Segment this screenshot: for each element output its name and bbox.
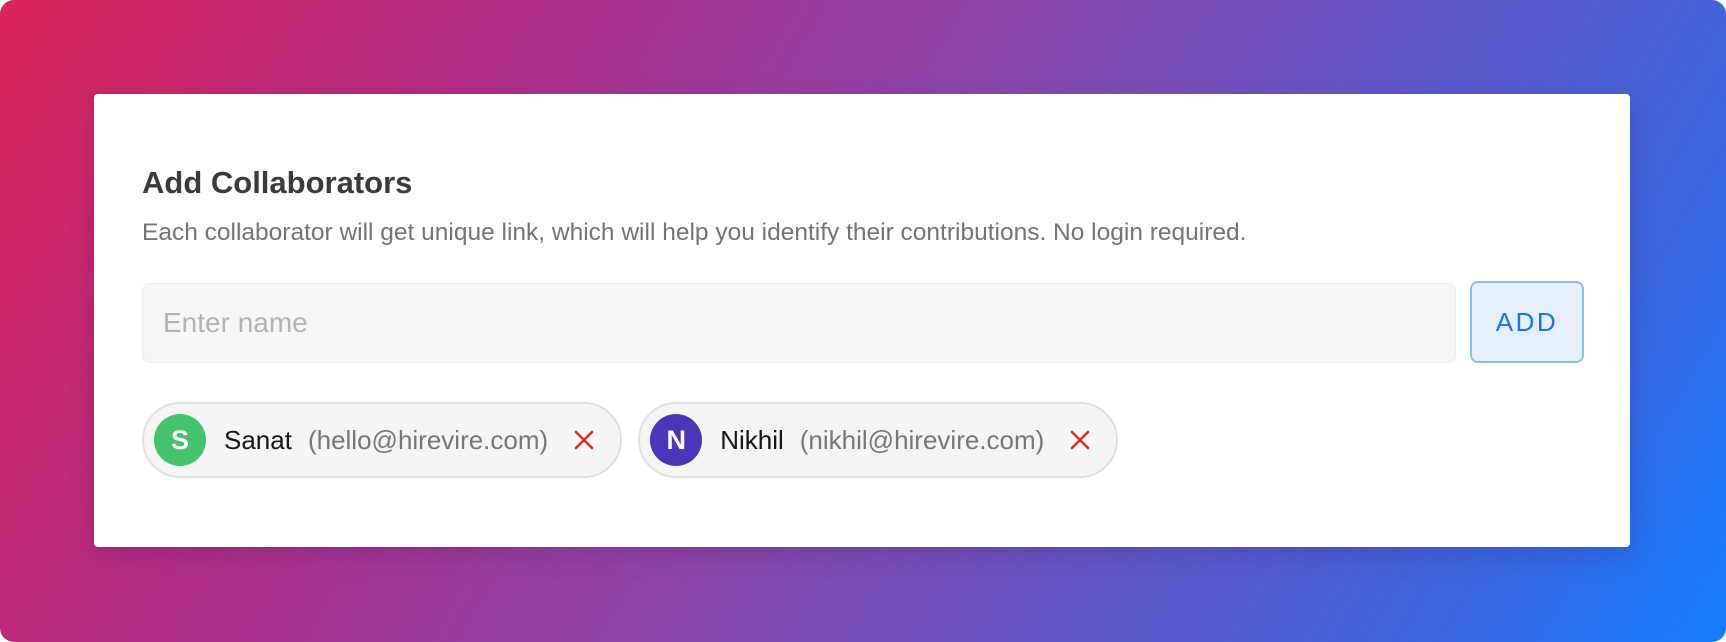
collaborator-email: (nikhil@hirevire.com) — [799, 424, 1045, 455]
collaborator-list: S Sanat (hello@hirevire.com) N Nikhil (n… — [142, 402, 1119, 478]
close-icon[interactable] — [570, 426, 598, 454]
dialog-description: Each collaborator will get unique link, … — [142, 219, 1247, 246]
add-button[interactable]: ADD — [1470, 281, 1584, 363]
dialog-title: Add Collaborators — [142, 165, 413, 200]
collaborator-chip: S Sanat (hello@hirevire.com) — [142, 402, 623, 478]
page-background: Add Collaborators Each collaborator will… — [0, 0, 1726, 642]
collaborator-name: Sanat — [224, 424, 292, 455]
add-collaborators-dialog: Add Collaborators Each collaborator will… — [94, 94, 1630, 547]
avatar: N — [650, 414, 703, 466]
collaborator-email: (hello@hirevire.com) — [307, 424, 549, 455]
name-input[interactable] — [142, 283, 1456, 363]
close-icon[interactable] — [1066, 426, 1094, 454]
collaborator-name: Nikhil — [720, 424, 784, 455]
collaborator-chip: N Nikhil (nikhil@hirevire.com) — [638, 402, 1119, 478]
avatar: S — [154, 414, 206, 466]
